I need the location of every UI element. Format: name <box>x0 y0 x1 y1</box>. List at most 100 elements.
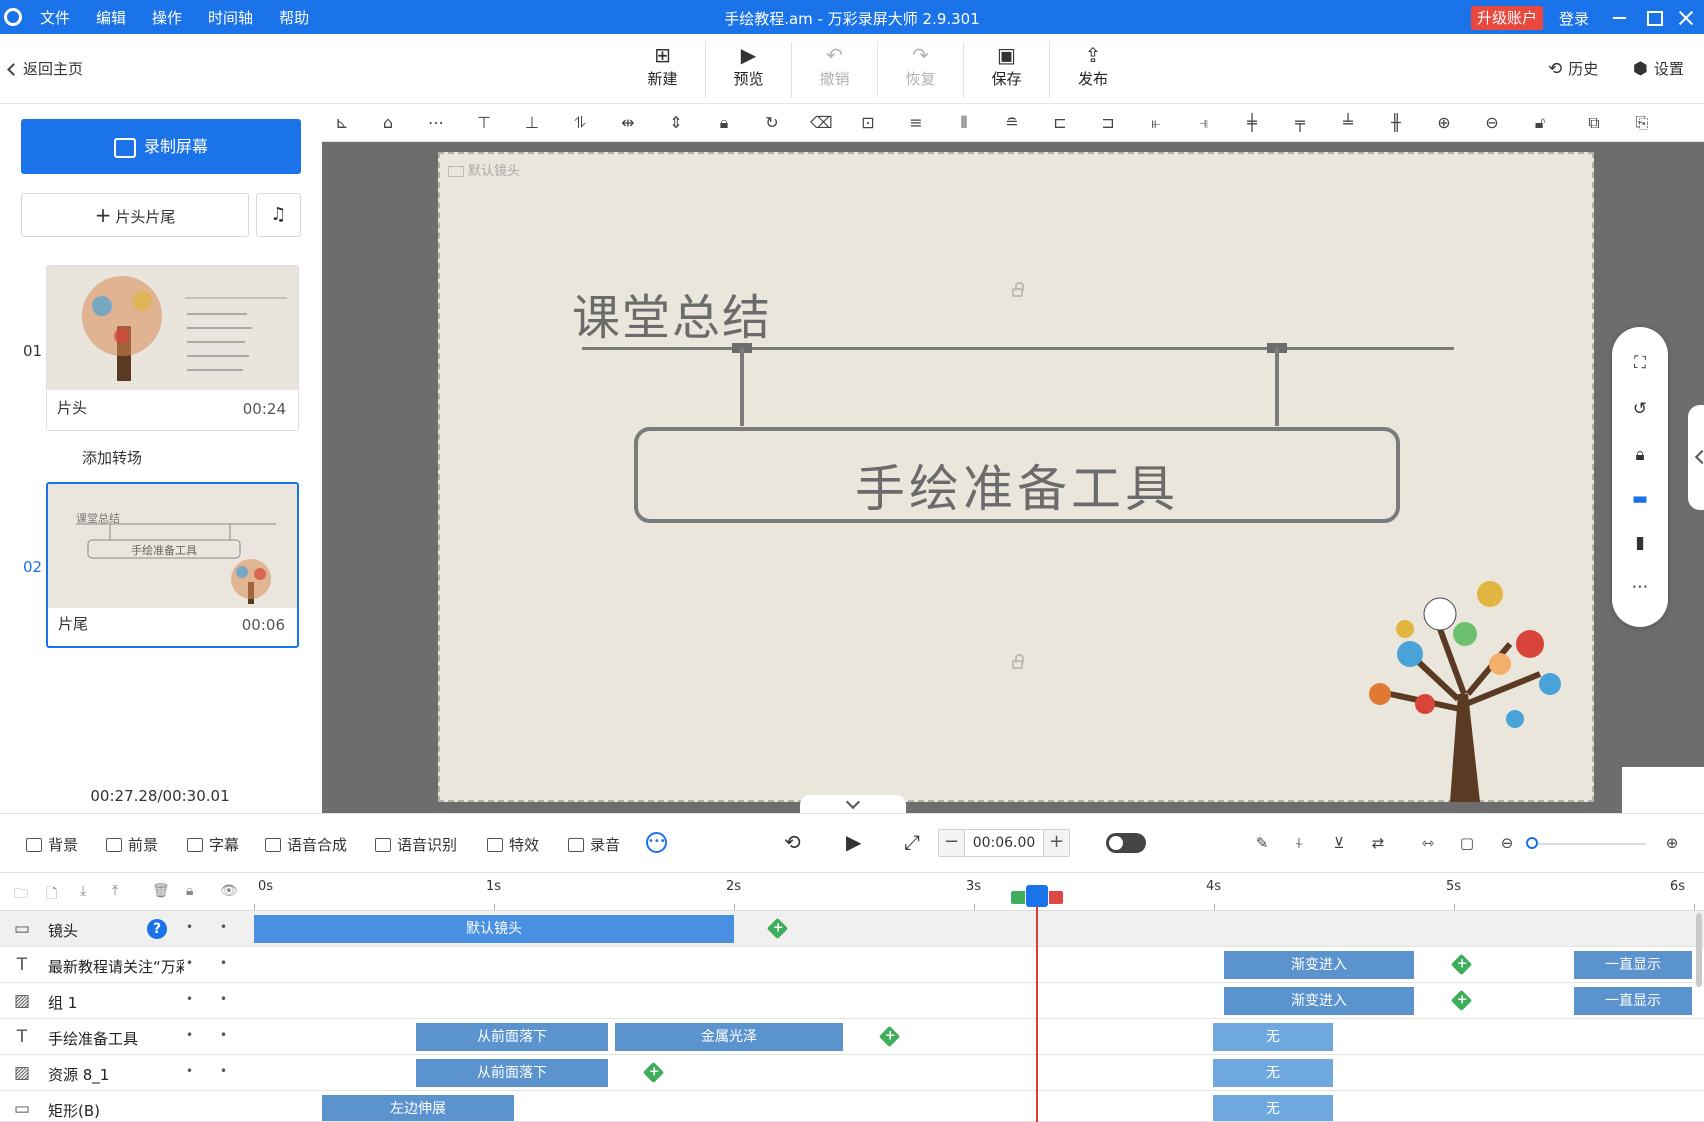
center-icon[interactable]: ≘ <box>1002 113 1022 133</box>
expand-right-panel-tab[interactable] <box>1688 405 1704 510</box>
track-row[interactable]: T 手绘准备工具 • • 从前面落下 金属光泽 无 <box>0 1019 1704 1055</box>
visibility-dot[interactable]: • <box>186 992 193 1006</box>
add-transition-link[interactable]: 添加转场 <box>82 447 142 468</box>
edit-icon[interactable]: ✎ <box>1252 834 1272 852</box>
timeline-clip[interactable]: 无 <box>1213 1023 1333 1051</box>
maximize-button[interactable] <box>1638 0 1668 34</box>
add-keyframe-icon[interactable] <box>642 1061 665 1084</box>
zoom-slider-handle[interactable] <box>1526 837 1538 849</box>
visibility-dot[interactable]: • <box>186 920 193 934</box>
home-icon[interactable]: ⌂ <box>378 113 398 133</box>
screen-icon[interactable]: ▬ <box>1630 489 1650 509</box>
play-icon[interactable]: ▶ <box>846 830 861 854</box>
lock-dot[interactable]: • <box>220 1064 227 1078</box>
more-icon[interactable]: ⋯ <box>1630 577 1650 597</box>
fullscreen-select-icon[interactable]: ⛶ <box>1630 353 1650 373</box>
menu-edit[interactable]: 编辑 <box>96 0 139 34</box>
fit-width-icon[interactable]: ⊏ <box>1050 113 1070 133</box>
distribute-v-icon[interactable]: ⦀ <box>954 113 974 133</box>
unlock-icon[interactable]: 🔓︎ <box>1530 113 1550 133</box>
add-keyframe-icon[interactable] <box>1450 989 1473 1012</box>
timeline-clip[interactable]: 从前面落下 <box>416 1059 608 1087</box>
timeline-clip[interactable]: 渐变进入 <box>1224 987 1414 1015</box>
timeline-scrollbar[interactable] <box>1696 913 1702 987</box>
lock-dot[interactable]: • <box>220 992 227 1006</box>
text-box[interactable]: 手绘准备工具 <box>634 427 1400 523</box>
menu-timeline[interactable]: 时间轴 <box>208 0 266 34</box>
replay-icon[interactable]: ⟲ <box>784 830 801 854</box>
music-button[interactable]: ♫ <box>256 193 301 237</box>
split-icon[interactable]: ⍭ <box>1289 834 1309 852</box>
time-value[interactable]: 00:06.00 <box>965 830 1043 856</box>
new-layer-icon[interactable]: 🗋︎ <box>46 883 57 907</box>
lock-icon[interactable]: 🔒︎ <box>186 883 193 899</box>
preview-button[interactable]: ▶ 预览 <box>706 42 792 98</box>
lock-icon[interactable]: 🔒︎ <box>714 113 734 133</box>
minimize-button[interactable] <box>1605 0 1635 34</box>
canvas-title[interactable]: 课堂总结 <box>572 278 772 348</box>
save-button[interactable]: ▣ 保存 <box>964 42 1050 98</box>
playhead-handle[interactable] <box>1026 885 1048 907</box>
head-tail-button[interactable]: + 片头片尾 <box>21 193 249 237</box>
track-row[interactable]: ▨ 组 1 • • 渐变进入 一直显示 <box>0 983 1704 1019</box>
publish-button[interactable]: ⇪ 发布 <box>1050 42 1136 98</box>
timeline-clip[interactable]: 一直显示 <box>1574 987 1692 1015</box>
menu-operate[interactable]: 操作 <box>152 0 195 34</box>
align-middle-icon[interactable]: ⥮ <box>570 113 590 133</box>
lock-dot[interactable]: • <box>220 956 227 970</box>
track-row[interactable]: ▭ 矩形(B) 左边伸展 无 <box>0 1091 1704 1122</box>
track-row[interactable]: ▨ 资源 8_1 • • 从前面落下 无 <box>0 1055 1704 1091</box>
fullscreen-icon[interactable]: ⤢ <box>904 830 920 854</box>
record-audio-button[interactable]: 录音 <box>568 834 620 855</box>
paste-icon[interactable]: ⎘ <box>1632 113 1652 133</box>
lock-dot[interactable]: • <box>220 920 227 934</box>
scene-card-1[interactable]: 片头 00:24 <box>46 265 299 431</box>
filter-icon[interactable]: ⊻ <box>1329 834 1349 852</box>
flip-horizontal-icon[interactable]: ⇹ <box>618 113 638 133</box>
trash-icon[interactable]: 🗑︎ <box>152 883 170 899</box>
rotate-icon[interactable]: ↺ <box>1630 399 1650 419</box>
scene-card-2[interactable]: 课堂总结 手绘准备工具 片尾 00:06 <box>46 482 299 648</box>
playhead-start-marker[interactable] <box>1011 891 1025 904</box>
canvas[interactable]: 默认镜头 课堂总结 手绘准备工具 <box>438 152 1594 802</box>
adjust-icon[interactable]: ⇄ <box>1368 834 1388 852</box>
fit-icon[interactable]: ⇿ <box>1418 834 1438 852</box>
add-folder-icon[interactable]: 🗀︎ <box>14 883 28 907</box>
time-ruler[interactable]: 0s 1s 2s 3s 4s 5s 6s <box>254 873 1704 911</box>
zoom-in-icon[interactable]: ⊕ <box>1662 834 1682 852</box>
align-vcenter-icon[interactable]: ╫ <box>1386 113 1406 133</box>
login-link[interactable]: 登录 <box>1559 0 1589 38</box>
toggle-switch[interactable] <box>1106 833 1146 853</box>
delete-icon[interactable]: ⌫ <box>810 113 833 133</box>
collapse-timeline-tab[interactable] <box>800 795 906 813</box>
move-up-icon[interactable]: ⤒ <box>112 883 118 899</box>
zoom-in-icon[interactable]: ⊕ <box>1434 113 1454 133</box>
foreground-button[interactable]: 前景 <box>106 834 158 855</box>
distribute-h-icon[interactable]: ≡ <box>906 113 926 133</box>
timeline-clip[interactable]: 左边伸展 <box>322 1095 514 1121</box>
upgrade-account-button[interactable]: 升级账户 <box>1471 6 1544 30</box>
align-top-edge-icon[interactable]: ╤ <box>1290 113 1310 133</box>
record-screen-button[interactable]: 录制屏幕 <box>21 119 301 174</box>
move-down-icon[interactable]: ⤓ <box>80 883 86 899</box>
close-button[interactable] <box>1672 0 1702 34</box>
focus-icon[interactable]: ⊡ <box>858 113 878 133</box>
align-bottom-edge-icon[interactable]: ╧ <box>1338 113 1358 133</box>
phone-icon[interactable]: ▮ <box>1630 533 1650 553</box>
fit-height-icon[interactable]: ⊐ <box>1098 113 1118 133</box>
eye-icon[interactable]: 👁︎ <box>220 883 238 899</box>
time-decrease-button[interactable]: − <box>939 830 965 856</box>
zoom-slider-track[interactable] <box>1530 843 1646 845</box>
subtitle-button[interactable]: 字幕 <box>187 834 239 855</box>
timeline-clip[interactable]: 无 <box>1213 1059 1333 1087</box>
lock-icon[interactable]: 🔒︎ <box>1630 445 1650 465</box>
timeline-clip[interactable]: 无 <box>1213 1095 1333 1121</box>
menu-help[interactable]: 帮助 <box>279 0 322 34</box>
timeline-clip[interactable]: 渐变进入 <box>1224 951 1414 979</box>
time-increase-button[interactable]: + <box>1043 830 1069 856</box>
copy-icon[interactable]: ⧉ <box>1584 113 1604 133</box>
zoom-out-icon[interactable]: ⊖ <box>1482 113 1502 133</box>
add-keyframe-icon[interactable] <box>1450 953 1473 976</box>
history-button[interactable]: ⟲ 历史 <box>1548 58 1598 79</box>
menu-file[interactable]: 文件 <box>40 0 83 34</box>
